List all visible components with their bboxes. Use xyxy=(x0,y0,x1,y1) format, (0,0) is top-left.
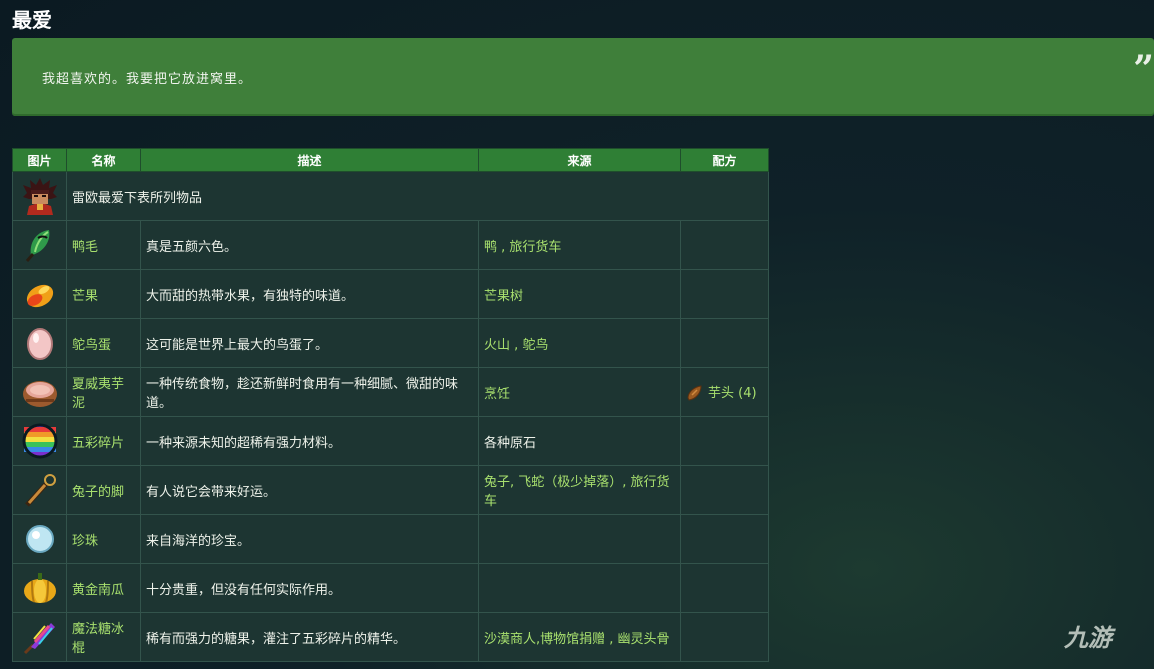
table-row-intro: 雷欧最爱下表所列物品 xyxy=(12,171,769,221)
item-source-link[interactable]: 芒果树 xyxy=(478,269,681,319)
table-row: 五彩碎片 一种来源未知的超稀有强力材料。 各种原石 xyxy=(12,416,769,466)
table-row: 珍珠 来自海洋的珍宝。 xyxy=(12,514,769,564)
item-source-text: 各种原石 xyxy=(478,416,681,466)
rabbit-foot-icon xyxy=(24,474,56,507)
header-recipe: 配方 xyxy=(680,148,769,172)
watermark-logo: 九游 xyxy=(1064,624,1112,652)
quote-mark-icon: ” xyxy=(1133,48,1154,90)
table-row: 黄金南瓜 十分贵重，但没有任何实际作用。 xyxy=(12,563,769,613)
item-source-link[interactable]: 烹饪 xyxy=(478,367,681,417)
item-name-link[interactable]: 珍珠 xyxy=(66,514,141,564)
prismatic-shard-icon xyxy=(22,423,57,459)
table-row: 芒果 大而甜的热带水果，有独特的味道。 芒果树 xyxy=(12,269,769,319)
table-row: 兔子的脚 有人说它会带来好运。 兔子, 飞蛇（极少掉落）, 旅行货车 xyxy=(12,465,769,515)
ostrich-egg-icon xyxy=(26,328,53,360)
header-source: 来源 xyxy=(478,148,681,172)
item-name-link[interactable]: 鸵鸟蛋 xyxy=(66,318,141,368)
favorites-table: 图片 名称 描述 来源 配方 雷欧最爱下表所列物品 鸭毛 真是五颜六色。 鸭 ,… xyxy=(12,148,769,662)
item-name-link[interactable]: 夏威夷芋泥 xyxy=(66,367,141,417)
item-name-link[interactable]: 兔子的脚 xyxy=(66,465,141,515)
pearl-icon xyxy=(25,525,54,553)
item-source-link[interactable]: 火山 , 鸵鸟 xyxy=(478,318,681,368)
taro-root-icon xyxy=(687,385,702,401)
poi-icon xyxy=(22,381,57,407)
header-desc: 描述 xyxy=(140,148,479,172)
magic-rock-candy-icon xyxy=(23,623,55,655)
header-image: 图片 xyxy=(12,148,67,172)
leo-portrait-icon xyxy=(22,178,57,215)
item-name-link[interactable]: 黄金南瓜 xyxy=(66,563,141,613)
recipe-cell: 芋头 (4) xyxy=(680,367,769,417)
item-source-link[interactable]: 兔子, 飞蛇（极少掉落）, 旅行货车 xyxy=(478,465,681,515)
quote-text: 我超喜欢的。我要把它放进窝里。 xyxy=(42,72,253,87)
item-source-link[interactable]: 沙漠商人,博物馆捐赠 , 幽灵头骨 xyxy=(478,612,681,662)
item-name-link[interactable]: 鸭毛 xyxy=(66,220,141,270)
item-name-link[interactable]: 芒果 xyxy=(66,269,141,319)
item-name-link[interactable]: 魔法糖冰棍 xyxy=(66,612,141,662)
golden-pumpkin-icon xyxy=(23,573,56,603)
mango-icon xyxy=(26,284,53,308)
duck-feather-icon xyxy=(25,230,49,262)
table-header-row: 图片 名称 描述 来源 配方 xyxy=(12,148,769,172)
quote-box: 我超喜欢的。我要把它放进窝里。 ” xyxy=(12,38,1154,116)
table-row: 魔法糖冰棍 稀有而强力的糖果，灌注了五彩碎片的精华。 沙漠商人,博物馆捐赠 , … xyxy=(12,612,769,662)
recipe-ingredient-link[interactable]: 芋头 (4) xyxy=(708,386,757,401)
table-row: 鸵鸟蛋 这可能是世界上最大的鸟蛋了。 火山 , 鸵鸟 xyxy=(12,318,769,368)
item-name-link[interactable]: 五彩碎片 xyxy=(66,416,141,466)
table-row: 夏威夷芋泥 一种传统食物，趁还新鲜时食用有一种细腻、微甜的味道。 烹饪 芋头 (… xyxy=(12,367,769,417)
table-row: 鸭毛 真是五颜六色。 鸭 , 旅行货车 xyxy=(12,220,769,270)
intro-text: 雷欧最爱下表所列物品 xyxy=(66,171,769,221)
section-heading: 最爱 xyxy=(12,8,52,32)
item-source-link[interactable]: 鸭 , 旅行货车 xyxy=(478,220,681,270)
header-name: 名称 xyxy=(66,148,141,172)
leo-portrait-cell xyxy=(12,171,67,221)
